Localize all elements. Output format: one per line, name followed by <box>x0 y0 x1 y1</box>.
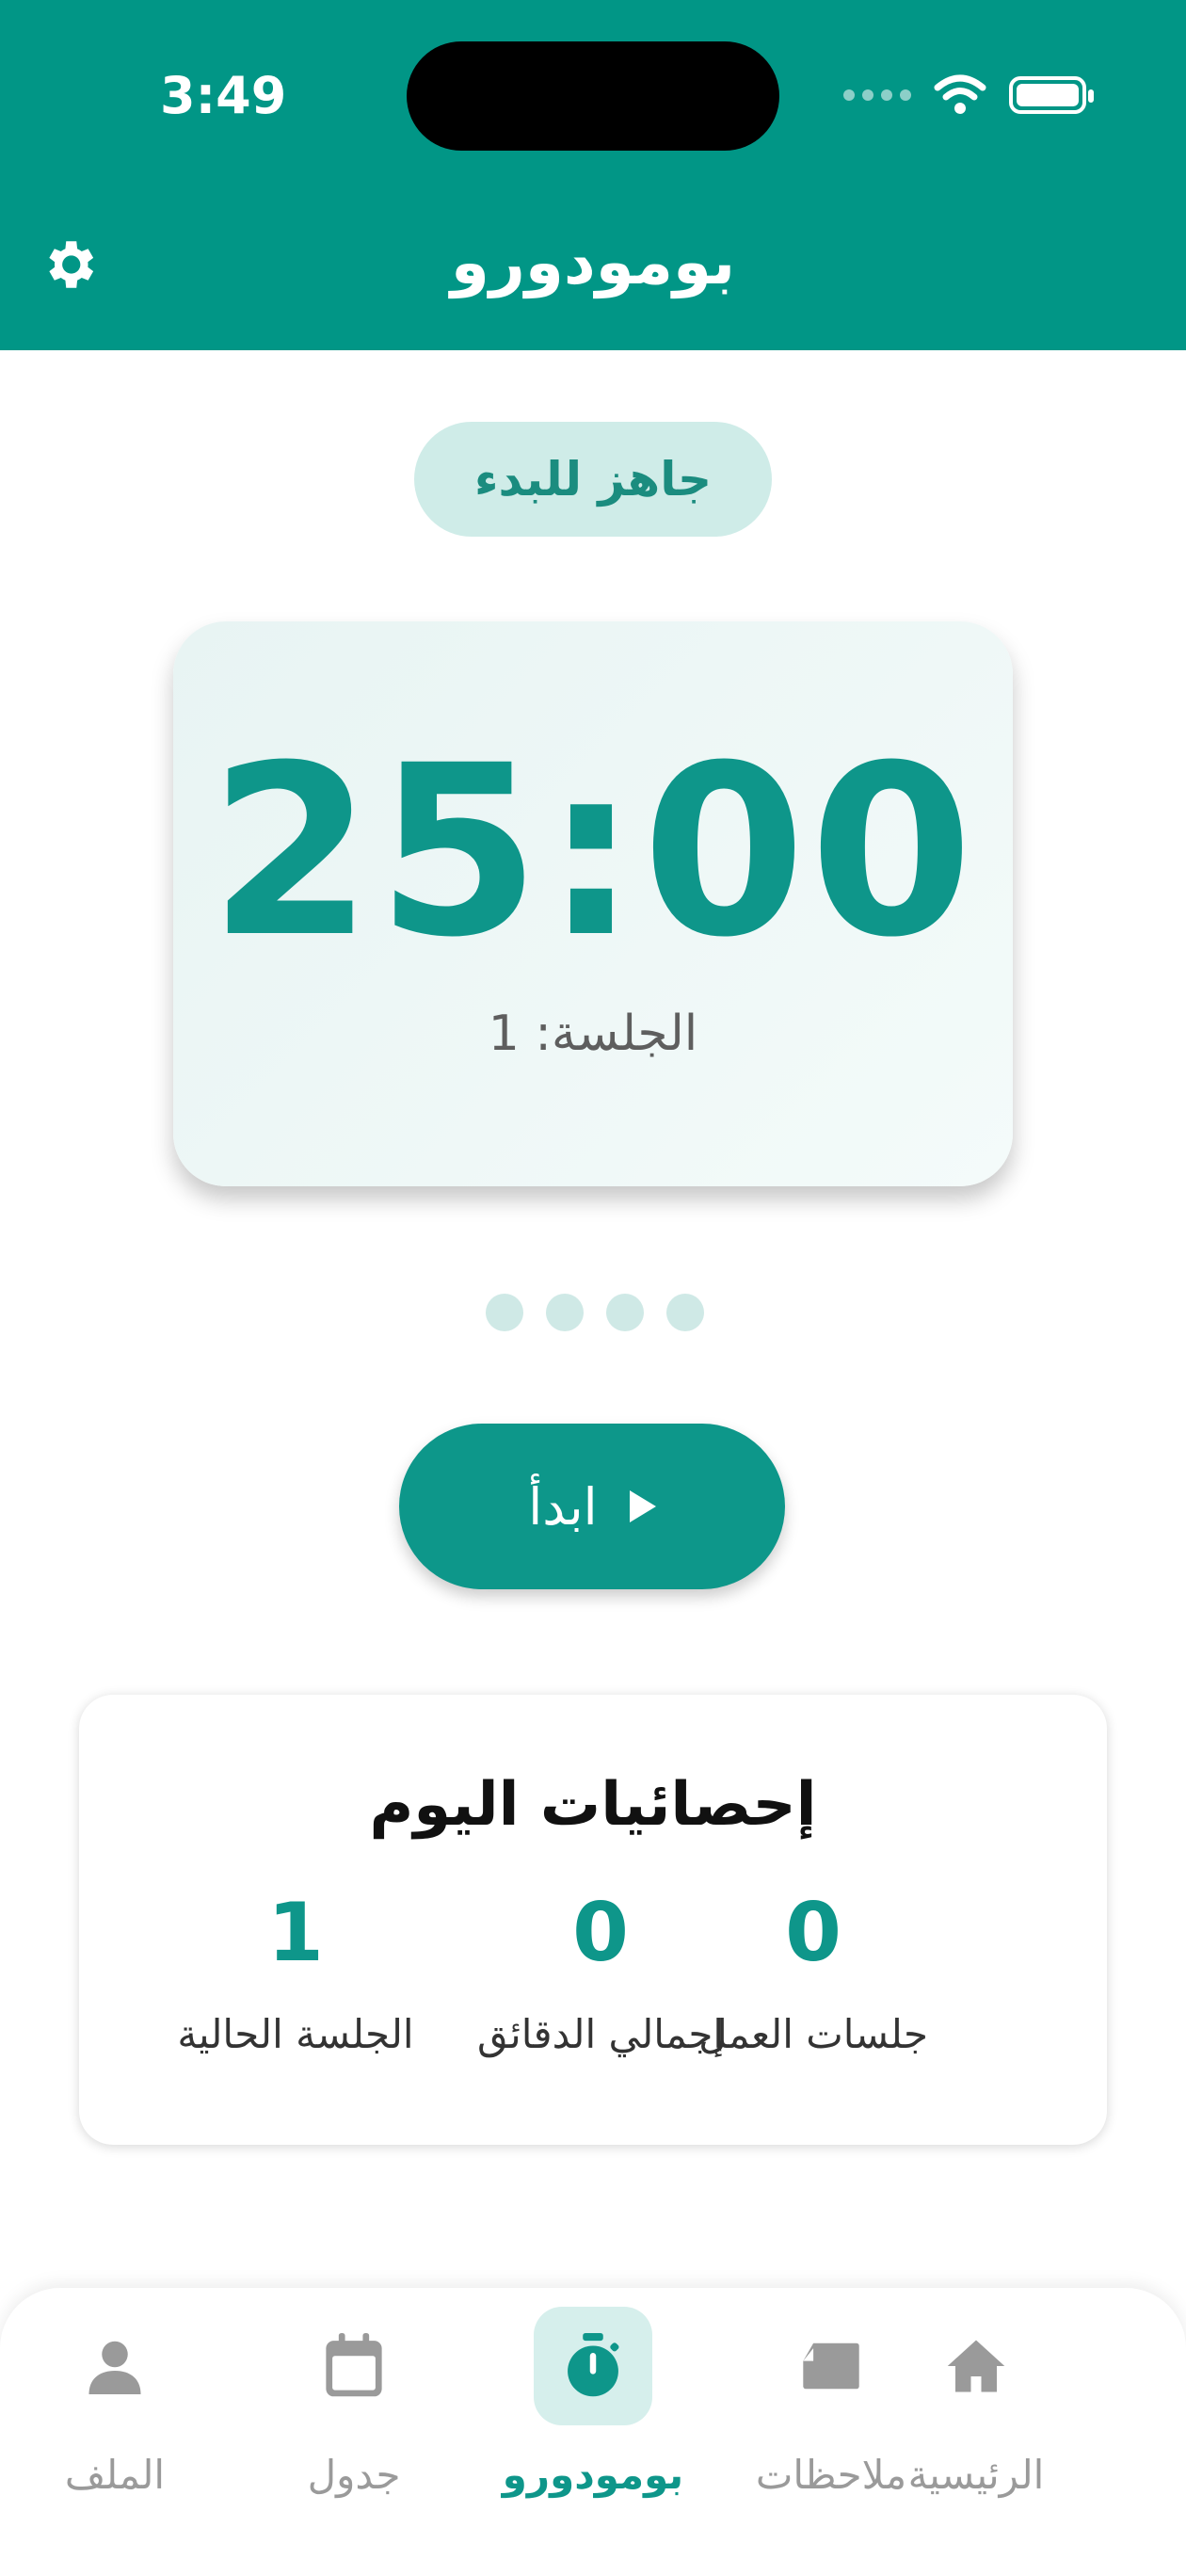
notes-icon <box>803 2343 859 2390</box>
status-icons <box>843 73 1094 117</box>
bottom-nav: الرئيسية ملاحظات بومودورو جدول الملف <box>0 2288 1186 2576</box>
timer-status-badge: جاهز للبدء <box>414 422 772 537</box>
nav-item-notes[interactable]: ملاحظات <box>737 2307 925 2498</box>
stat-total-minutes: 0 إجمالي الدقائق <box>441 1892 761 2057</box>
stat-value: 1 <box>267 1886 324 1980</box>
play-icon <box>629 1490 656 1522</box>
stat-current-session: 1 الجلسة الحالية <box>136 1892 456 2057</box>
progress-dot <box>546 1294 584 1331</box>
dynamic-island <box>407 41 779 151</box>
progress-dot <box>666 1294 704 1331</box>
stopwatch-icon <box>568 2333 619 2397</box>
nav-item-schedule[interactable]: جدول <box>260 2307 448 2498</box>
nav-label: جدول <box>307 2452 401 2498</box>
person-icon <box>88 2341 141 2394</box>
nav-label: ملاحظات <box>755 2452 907 2498</box>
today-stats-card: إحصائيات اليوم 0 جلسات العمل 0 إجمالي ال… <box>79 1695 1107 2145</box>
wifi-icon <box>934 74 986 114</box>
stats-title: إحصائيات اليوم <box>369 1770 817 1840</box>
battery-icon <box>1009 76 1094 114</box>
start-button-label: ابدأ <box>528 1476 598 1537</box>
page-title: بومودورو <box>450 226 736 298</box>
progress-dot <box>486 1294 523 1331</box>
status-time: 3:49 <box>160 66 287 125</box>
nav-item-profile[interactable]: الملف <box>21 2307 209 2498</box>
nav-label: بومودورو <box>502 2452 684 2498</box>
signal-icon <box>843 89 911 101</box>
nav-item-pomodoro[interactable]: بومودورو <box>499 2307 687 2498</box>
session-progress-dots <box>486 1294 704 1331</box>
stat-value: 0 <box>572 1886 629 1980</box>
stat-label: إجمالي الدقائق <box>477 2011 724 2057</box>
timer-card: 25:00 الجلسة: 1 <box>173 621 1013 1186</box>
start-button[interactable]: ابدأ <box>399 1424 785 1589</box>
session-label: الجلسة: 1 <box>488 1006 698 1062</box>
timer-value: 25:00 <box>209 715 977 989</box>
nav-label: الملف <box>64 2452 166 2498</box>
progress-dot <box>606 1294 644 1331</box>
app-header: 3:49 بومودورو <box>0 0 1186 350</box>
calendar-icon <box>326 2333 382 2397</box>
stat-label: الجلسة الحالية <box>177 2011 414 2057</box>
home-icon <box>947 2340 1005 2392</box>
